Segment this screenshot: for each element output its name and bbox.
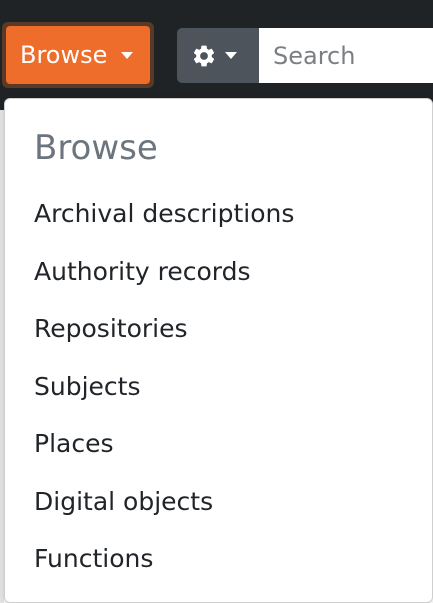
browse-menu-button[interactable]: Browse bbox=[2, 22, 154, 88]
browse-menu-list: Archival descriptions Authority records … bbox=[5, 185, 432, 588]
menu-item-repositories[interactable]: Repositories bbox=[5, 300, 432, 358]
menu-item-authority-records[interactable]: Authority records bbox=[5, 243, 432, 301]
browse-button-label: Browse bbox=[20, 41, 108, 69]
menu-item-subjects[interactable]: Subjects bbox=[5, 358, 432, 416]
menu-item-digital-objects[interactable]: Digital objects bbox=[5, 473, 432, 531]
browse-dropdown-menu: Browse Archival descriptions Authority r… bbox=[4, 98, 433, 603]
menu-item-functions[interactable]: Functions bbox=[5, 530, 432, 588]
settings-menu-button[interactable] bbox=[177, 28, 259, 83]
dropdown-header: Browse bbox=[34, 128, 158, 168]
gear-icon bbox=[191, 43, 217, 69]
browse-button-body[interactable]: Browse bbox=[6, 26, 150, 84]
menu-item-archival-descriptions[interactable]: Archival descriptions bbox=[5, 185, 432, 243]
caret-down-icon bbox=[121, 51, 134, 59]
caret-down-icon bbox=[225, 52, 237, 59]
menu-item-places[interactable]: Places bbox=[5, 415, 432, 473]
search-input[interactable] bbox=[259, 28, 433, 83]
top-navbar: Browse bbox=[0, 0, 433, 110]
